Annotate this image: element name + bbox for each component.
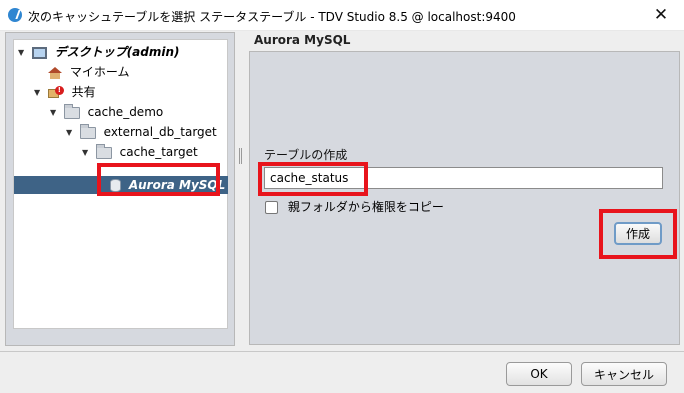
splitter-handle[interactable] — [239, 148, 242, 164]
folder-icon — [79, 123, 96, 139]
tree-node-desktop[interactable]: ▼ デスクトップ(admin) — [18, 42, 179, 62]
cancel-button[interactable]: キャンセル — [581, 362, 667, 386]
tree-node-cache-demo[interactable]: ▼ cache_demo — [50, 102, 163, 122]
ok-button[interactable]: OK — [506, 362, 572, 386]
tree-node-my-home[interactable]: マイホーム — [48, 62, 129, 82]
title-bar: 次のキャッシュテーブルを選択 ステータステーブル - TDV Studio 8.… — [0, 0, 684, 31]
copy-permissions-checkbox[interactable] — [265, 201, 278, 214]
selected-resource-header: Aurora MySQL — [254, 33, 351, 47]
home-icon — [48, 66, 62, 79]
copy-permissions-label: 親フォルダから権限をコピー — [287, 200, 444, 214]
create-table-panel — [249, 51, 680, 345]
expand-arrow-icon[interactable]: ▼ — [82, 143, 92, 163]
footer-divider — [0, 351, 684, 352]
expand-arrow-icon[interactable]: ▼ — [50, 103, 60, 123]
copy-permissions-checkbox-row[interactable]: 親フォルダから権限をコピー — [265, 199, 444, 215]
close-icon[interactable]: ✕ — [638, 0, 684, 31]
folder-icon — [63, 103, 80, 119]
expand-arrow-icon[interactable]: ▼ — [34, 83, 44, 103]
tree-node-label: cache_demo — [87, 105, 164, 119]
tree-node-external-db-target[interactable]: ▼ external_db_target — [66, 122, 217, 142]
tree-node-label: cache_target — [119, 145, 198, 159]
highlight-box-create-button — [599, 209, 677, 259]
tree-node-label: external_db_target — [103, 125, 217, 139]
tree-node-cache-target[interactable]: ▼ cache_target — [82, 142, 198, 162]
tree-node-shared[interactable]: ▼ ! 共有 — [34, 82, 96, 102]
tdv-app-icon — [8, 8, 22, 22]
expand-arrow-icon[interactable]: ▼ — [66, 123, 76, 143]
window-title: 次のキャッシュテーブルを選択 ステータステーブル - TDV Studio 8.… — [28, 10, 516, 24]
desktop-monitor-icon — [31, 46, 47, 59]
highlight-box-tree-selection — [97, 163, 220, 196]
tree-node-label: デスクトップ(admin) — [54, 45, 180, 59]
shared-folder-icon: ! — [47, 86, 64, 99]
folder-icon — [95, 143, 112, 159]
create-table-label: テーブルの作成 — [264, 148, 348, 162]
tree-node-label: マイホーム — [69, 65, 130, 79]
expand-arrow-icon[interactable]: ▼ — [18, 43, 28, 63]
tree-node-label: 共有 — [71, 85, 96, 99]
highlight-box-table-input — [258, 162, 368, 196]
